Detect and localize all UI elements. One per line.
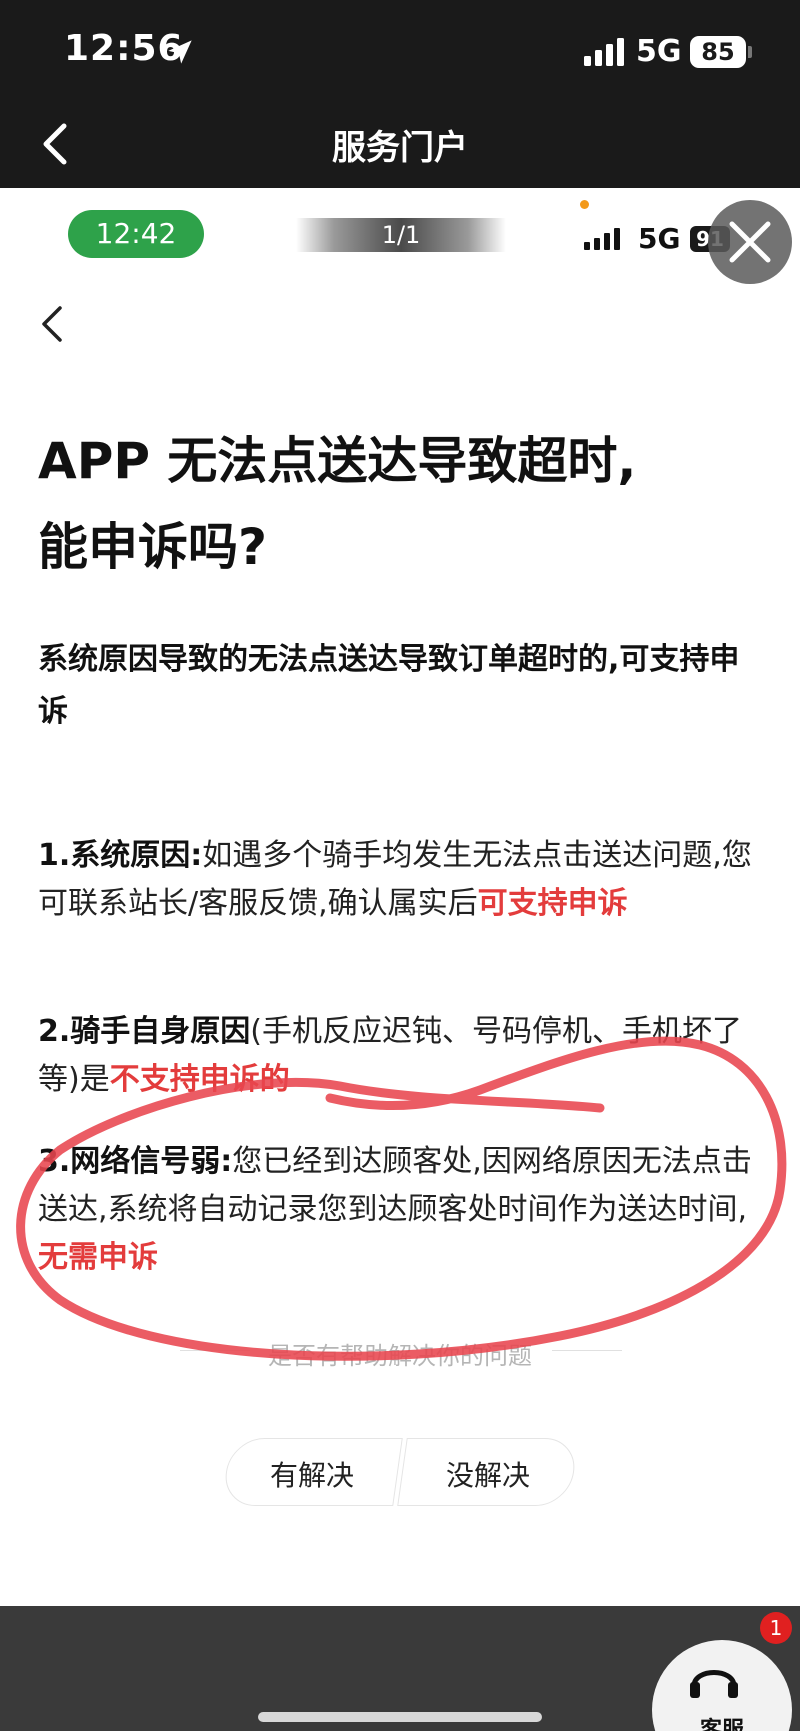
home-indicator[interactable] xyxy=(258,1712,542,1722)
page-back-icon[interactable] xyxy=(38,304,64,344)
customer-service-label: 客服 xyxy=(699,1718,744,1731)
unresolved-label[interactable]: 没解决 xyxy=(402,1454,574,1494)
reason-lead: 2.骑手自身原因 xyxy=(38,1014,251,1049)
reason-network: 3.网络信号弱:您已经到达顾客处,因网络原因无法点击送达,系统将自动记录您到达顾… xyxy=(38,1138,768,1282)
signal-icon xyxy=(584,38,624,66)
nav-bar: 服务门户 xyxy=(0,100,800,188)
battery-tip xyxy=(748,46,752,58)
network-type: 5G xyxy=(636,34,682,69)
outer-status-bar: 12:56 5G 85 xyxy=(0,0,800,100)
helpful-question: 是否有帮助解决你的问题 xyxy=(268,1342,532,1370)
close-button[interactable] xyxy=(708,200,792,284)
content-card: 12:42 1/1 5G 91 APP 无法点送达导致超时, 能申诉吗? 系统原… xyxy=(0,188,800,1606)
page-title: 服务门户 xyxy=(332,128,468,168)
reason-rider: 2.骑手自身原因(手机反应迟钝、号码停机、手机坏了等)是不支持申诉的 xyxy=(38,1008,768,1104)
divider xyxy=(552,1350,622,1351)
page-indicator: 1/1 xyxy=(296,218,506,252)
reason-highlight: 可支持申诉 xyxy=(477,886,628,921)
article-subtitle: 系统原因导致的无法点送达导致订单超时的,可支持申诉 xyxy=(38,642,740,729)
privacy-dot xyxy=(580,200,589,209)
article-title-line2: 能申诉吗? xyxy=(38,518,268,576)
close-icon xyxy=(729,221,771,263)
inner-time-pill: 12:42 xyxy=(68,210,204,258)
resolved-label[interactable]: 有解决 xyxy=(226,1454,398,1494)
reason-system: 1.系统原因:如遇多个骑手均发生无法点击送达问题,您可联系站长/客服反馈,确认属… xyxy=(38,832,768,928)
headset-icon xyxy=(690,1670,738,1698)
reason-lead: 3.网络信号弱: xyxy=(38,1144,233,1179)
inner-network-type: 5G xyxy=(638,222,681,255)
location-arrow-icon xyxy=(168,40,192,64)
reason-lead: 1.系统原因: xyxy=(38,838,203,873)
battery-icon: 85 xyxy=(690,36,746,68)
article-title-line1: APP 无法点送达导致超时, xyxy=(38,432,637,490)
inner-signal-icon xyxy=(584,228,620,250)
reason-highlight: 不支持申诉的 xyxy=(109,1062,290,1097)
notification-badge: 1 xyxy=(760,1612,792,1644)
article-title: APP 无法点送达导致超时, 能申诉吗? xyxy=(38,418,768,590)
reason-highlight: 无需申诉 xyxy=(38,1240,158,1275)
